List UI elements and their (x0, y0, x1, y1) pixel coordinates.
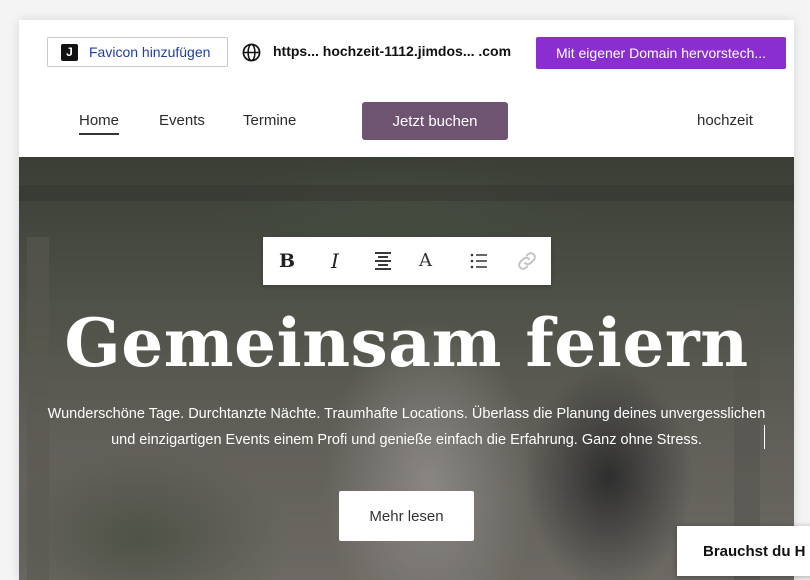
hero-title[interactable]: Gemeinsam feiern (19, 304, 794, 382)
italic-icon[interactable]: I (323, 249, 347, 273)
link-icon[interactable] (515, 249, 539, 273)
jimdo-logo-icon: J (61, 43, 78, 61)
nav-item-events[interactable]: Events (159, 112, 205, 129)
align-center-icon[interactable] (371, 249, 395, 273)
site-editor-page: J Favicon hinzufügen https... hochzeit-1… (19, 20, 794, 580)
custom-domain-button[interactable]: Mit eigener Domain hervorstech... (536, 37, 786, 69)
nav-item-termine[interactable]: Termine (243, 112, 296, 129)
hero-description[interactable]: Wunderschöne Tage. Durchtanzte Nächte. T… (39, 401, 774, 453)
nav-item-home[interactable]: Home (79, 112, 119, 129)
site-url[interactable]: https... hochzeit-1112.jimdos... .com (273, 43, 511, 59)
site-name[interactable]: hochzeit (697, 112, 753, 129)
list-icon[interactable] (467, 249, 491, 273)
text-cursor (764, 425, 765, 449)
favicon-button-label: Favicon hinzufügen (89, 44, 211, 60)
book-now-button[interactable]: Jetzt buchen (362, 102, 508, 140)
text-format-toolbar: B I A (263, 237, 551, 285)
read-more-button[interactable]: Mehr lesen (339, 491, 474, 541)
font-style-icon[interactable]: A (419, 249, 443, 273)
hero-section: B I A Gemeinsam feiern Wunderschöne Tage… (19, 157, 794, 580)
globe-icon (242, 43, 261, 62)
add-favicon-button[interactable]: J Favicon hinzufügen (47, 37, 228, 67)
help-chat-button[interactable]: Brauchst du H (677, 526, 810, 576)
active-nav-underline (79, 133, 119, 135)
bold-icon[interactable]: B (275, 249, 299, 273)
